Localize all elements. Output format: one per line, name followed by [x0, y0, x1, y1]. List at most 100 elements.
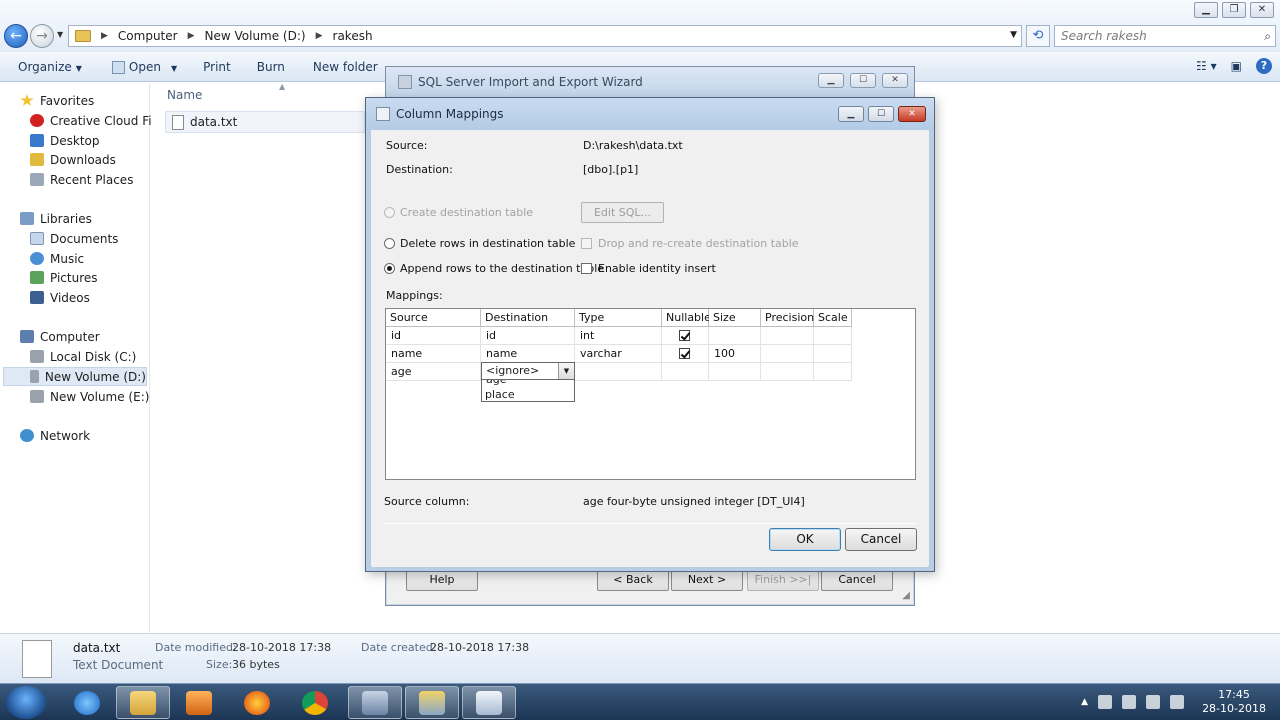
dropdown-option-place[interactable]: place — [485, 388, 515, 401]
taskbar-import-wizard[interactable] — [405, 686, 459, 719]
dropdown-arrow-icon[interactable]: ▼ — [558, 363, 574, 379]
network-warning-icon[interactable] — [1098, 695, 1113, 709]
volume-icon[interactable] — [1170, 695, 1185, 709]
close-icon[interactable]: ✕ — [1250, 2, 1274, 18]
battery-icon[interactable] — [1122, 695, 1137, 709]
append-rows-radio[interactable] — [384, 263, 395, 274]
row-2-precision[interactable] — [761, 345, 814, 363]
row-3-size[interactable] — [709, 363, 761, 381]
row-3-type[interactable] — [575, 363, 662, 381]
signal-icon[interactable] — [1146, 695, 1161, 709]
back-arrow-icon[interactable]: ← — [4, 24, 28, 48]
taskbar-sql-management[interactable] — [348, 686, 402, 719]
dropdown-option-age[interactable]: age — [486, 380, 507, 386]
maximize-icon[interactable]: ☐ — [868, 106, 894, 122]
grid-header-precision[interactable]: Precision — [761, 309, 814, 327]
taskbar-media-player[interactable] — [172, 686, 226, 719]
nav-local-disk-c[interactable]: Local Disk (C:) — [30, 347, 136, 366]
delete-rows-radio[interactable] — [384, 238, 395, 249]
show-hidden-icons-icon[interactable]: ▲ — [1081, 697, 1088, 707]
nav-documents[interactable]: Documents — [30, 229, 118, 248]
file-item-data-txt[interactable]: data.txt — [165, 111, 365, 133]
destination-dropdown-list[interactable]: age place — [481, 379, 575, 402]
row-1-size[interactable] — [709, 327, 761, 345]
view-options-icon[interactable]: ☷ ▾ — [1196, 59, 1217, 73]
row-2-nullable[interactable] — [662, 345, 709, 363]
maximize-icon[interactable]: ❐ — [1222, 2, 1246, 18]
breadcrumb-new-volume[interactable]: New Volume (D:) — [205, 29, 306, 43]
taskbar-chrome[interactable] — [288, 686, 342, 719]
row-1-type[interactable]: int — [575, 327, 662, 345]
refresh-icon[interactable]: ⟲ — [1026, 25, 1050, 47]
minimize-icon[interactable]: ▁ — [838, 106, 864, 122]
help-icon[interactable]: ? — [1256, 58, 1272, 74]
start-button[interactable] — [6, 686, 46, 719]
clock[interactable]: 17:45 28-10-2018 — [1202, 688, 1266, 716]
row-3-scale[interactable] — [814, 363, 852, 381]
preview-pane-icon[interactable]: ▣ — [1231, 59, 1242, 73]
nullable-checkbox[interactable] — [679, 330, 690, 341]
nav-desktop[interactable]: Desktop — [30, 131, 100, 150]
append-rows-label[interactable]: Append rows to the destination table — [400, 262, 604, 275]
new-folder-button[interactable]: New folder — [313, 60, 378, 74]
ok-button[interactable]: OK — [769, 528, 841, 551]
row-1-nullable[interactable] — [662, 327, 709, 345]
nav-music[interactable]: Music — [30, 249, 84, 268]
column-header-name[interactable]: Name — [167, 88, 202, 102]
maximize-icon[interactable]: ☐ — [850, 73, 876, 88]
row-2-size[interactable]: 100 — [709, 345, 761, 363]
nav-creative-cloud[interactable]: Creative Cloud Files — [30, 111, 169, 130]
chevron-right-icon[interactable]: ▶ — [188, 31, 195, 41]
taskbar-internet-explorer[interactable] — [60, 686, 114, 719]
address-dropdown-icon[interactable]: ▼ — [1010, 30, 1017, 40]
print-button[interactable]: Print — [203, 60, 231, 74]
cancel-button[interactable]: Cancel — [845, 528, 917, 551]
identity-insert-label[interactable]: Enable identity insert — [598, 262, 716, 275]
nav-network[interactable]: Network — [20, 426, 90, 445]
search-input[interactable]: Search rakesh ⌕ — [1054, 25, 1276, 47]
nav-libraries[interactable]: Libraries — [20, 209, 92, 228]
nav-new-volume-e[interactable]: New Volume (E:) — [30, 387, 149, 406]
history-dropdown-icon[interactable]: ▼ — [57, 30, 63, 39]
mappings-grid[interactable]: Source Destination Type Nullable Size Pr… — [385, 308, 916, 480]
grid-header-destination[interactable]: Destination — [481, 309, 575, 327]
chevron-right-icon[interactable]: ▶ — [316, 31, 323, 41]
resize-grip-icon[interactable]: ◢ — [902, 590, 910, 601]
row-3-source[interactable]: age — [386, 363, 481, 381]
nav-computer[interactable]: Computer — [20, 327, 100, 346]
breadcrumb-rakesh[interactable]: rakesh — [333, 29, 373, 43]
taskbar-firefox[interactable] — [230, 686, 284, 719]
organize-button[interactable]: Organize ▼ — [18, 60, 82, 74]
grid-header-nullable[interactable]: Nullable — [662, 309, 711, 327]
row-1-precision[interactable] — [761, 327, 814, 345]
nullable-checkbox[interactable] — [679, 348, 690, 359]
open-button[interactable]: Open ▼ — [111, 60, 177, 74]
nav-recent-places[interactable]: Recent Places — [30, 170, 133, 189]
grid-header-type[interactable]: Type — [575, 309, 662, 327]
wizard-help-button[interactable]: Help — [406, 569, 478, 591]
nav-videos[interactable]: Videos — [30, 288, 90, 307]
minimize-icon[interactable]: ▁ — [1194, 2, 1218, 18]
row-3-nullable[interactable] — [662, 363, 709, 381]
row-1-scale[interactable] — [814, 327, 852, 345]
forward-arrow-icon[interactable]: → — [30, 24, 54, 48]
address-field[interactable]: ▶ Computer ▶ New Volume (D:) ▶ rakesh ▼ — [68, 25, 1022, 47]
wizard-next-button[interactable]: Next > — [671, 569, 743, 591]
row-2-source[interactable]: name — [386, 345, 481, 363]
grid-header-source[interactable]: Source — [386, 309, 481, 327]
row-2-destination[interactable]: name — [481, 345, 575, 363]
row-2-type[interactable]: varchar — [575, 345, 662, 363]
identity-insert-checkbox[interactable] — [581, 263, 592, 274]
nav-new-volume-d[interactable]: New Volume (D:) — [3, 367, 147, 386]
row-1-destination[interactable]: id — [481, 327, 575, 345]
grid-header-size[interactable]: Size — [709, 309, 761, 327]
close-icon[interactable]: ✕ — [882, 73, 908, 88]
delete-rows-label[interactable]: Delete rows in destination table — [400, 237, 575, 250]
wizard-cancel-button[interactable]: Cancel — [821, 569, 893, 591]
grid-header-scale[interactable]: Scale — [814, 309, 852, 327]
taskbar-column-mappings[interactable] — [462, 686, 516, 719]
minimize-icon[interactable]: ▁ — [818, 73, 844, 88]
row-2-scale[interactable] — [814, 345, 852, 363]
nav-favorites[interactable]: Favorites — [20, 91, 94, 110]
breadcrumb-computer[interactable]: Computer — [118, 29, 178, 43]
